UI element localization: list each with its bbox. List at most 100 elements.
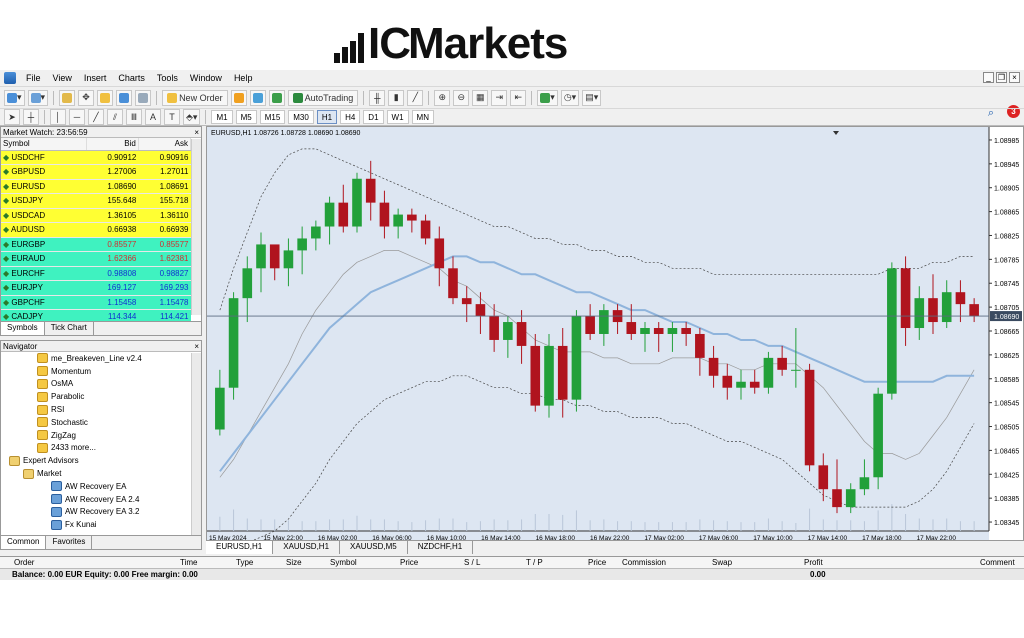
col-price-current[interactable]: Price [588, 558, 606, 567]
navigator-item[interactable]: 2433 more... [1, 442, 201, 455]
navigator-item[interactable]: ZigZag [1, 429, 201, 442]
chart-shift-icon[interactable]: ⇤ [510, 89, 527, 106]
label-icon[interactable]: T [164, 109, 180, 125]
text-icon[interactable]: A [145, 109, 161, 125]
navigator-item[interactable]: OsMA [1, 378, 201, 391]
candlestick-chart-icon[interactable]: ▮ [388, 89, 405, 106]
navigator-item[interactable]: Market [1, 467, 201, 480]
table-row[interactable]: ◆ GBPUSD 1.27006 1.27011 [1, 164, 191, 180]
menu-file[interactable]: File [20, 73, 47, 83]
templates-icon[interactable]: ▤▾ [582, 89, 602, 106]
crosshair-icon[interactable]: ┼ [23, 109, 39, 125]
indicators-icon[interactable]: ▾ [537, 89, 558, 106]
timeframe-m1[interactable]: M1 [211, 110, 233, 124]
cursor-icon[interactable]: ➤ [4, 109, 20, 125]
table-row[interactable]: ◆ EURAUD 1.62366 1.62381 [1, 251, 191, 267]
zoom-in-icon[interactable]: ⊕ [434, 89, 451, 106]
navigator-item[interactable]: RSI [1, 403, 201, 416]
col-type[interactable]: Type [236, 558, 253, 567]
chart-tab-xauusd-h1[interactable]: XAUUSD,H1 [273, 541, 341, 554]
navigator-item[interactable]: Fx Kunai [1, 518, 201, 531]
col-sl[interactable]: S / L [464, 558, 480, 567]
chart-tab-eurusd-h1[interactable]: EURUSD,H1 [206, 541, 274, 554]
market-icon[interactable] [268, 89, 285, 106]
profiles-icon[interactable]: ▾ [27, 89, 49, 106]
col-order[interactable]: Order [14, 558, 34, 567]
market-watch-icon[interactable] [59, 89, 76, 106]
navigator-item[interactable]: me_Breakeven_Line v2.4 [1, 352, 201, 365]
timeframe-d1[interactable]: D1 [363, 110, 384, 124]
minimize-icon[interactable]: _ [983, 72, 994, 83]
signals-icon[interactable] [249, 89, 266, 106]
table-row[interactable]: ◆ USDCHF 0.90912 0.90916 [1, 150, 191, 165]
table-row[interactable]: ◆ EURGBP 0.85577 0.85577 [1, 237, 191, 252]
arrows-icon[interactable]: ⬘▾ [183, 109, 201, 125]
metaeditor-icon[interactable] [230, 89, 247, 106]
trendline-icon[interactable]: ╱ [88, 109, 104, 125]
scrollbar[interactable] [191, 139, 201, 315]
data-window-icon[interactable]: ✥ [78, 89, 95, 106]
tile-windows-icon[interactable]: ▦ [472, 89, 489, 106]
chart-window[interactable]: EURUSD,H1 1.08726 1.08728 1.08690 1.0869… [206, 126, 1024, 552]
col-size[interactable]: Size [286, 558, 302, 567]
restore-icon[interactable]: ❐ [996, 72, 1007, 83]
col-tp[interactable]: T / P [526, 558, 543, 567]
zoom-out-icon[interactable]: ⊖ [453, 89, 470, 106]
new-order-button[interactable]: New Order [162, 89, 228, 106]
timeframe-m5[interactable]: M5 [235, 110, 257, 124]
timeframe-w1[interactable]: W1 [386, 110, 409, 124]
menu-help[interactable]: Help [228, 73, 259, 83]
close-icon[interactable]: × [194, 127, 199, 138]
bar-chart-icon[interactable]: ╫ [369, 89, 386, 106]
menu-tools[interactable]: Tools [151, 73, 184, 83]
vertical-line-icon[interactable]: │ [50, 109, 66, 125]
close-icon[interactable]: × [1009, 72, 1020, 83]
tab-common[interactable]: Common [1, 536, 47, 549]
autoscroll-icon[interactable]: ⇥ [491, 89, 508, 106]
autotrading-button[interactable]: AutoTrading [287, 89, 359, 106]
app-icon[interactable] [4, 72, 16, 84]
menu-insert[interactable]: Insert [78, 73, 113, 83]
navigator-item[interactable]: AW Recovery EA 2.4 [1, 493, 201, 506]
candlestick-chart[interactable]: 1.08985 1.08945 1.08905 1.08865 1.08825 1.087… [207, 127, 1023, 541]
navigator-item[interactable]: Parabolic [1, 390, 201, 403]
menu-charts[interactable]: Charts [112, 73, 151, 83]
col-symbol[interactable]: Symbol [330, 558, 357, 567]
col-ask[interactable]: Ask [138, 138, 192, 151]
col-comment[interactable]: Comment [980, 558, 1015, 567]
fibonacci-icon[interactable]: Ⅲ [126, 109, 142, 125]
tab-tick-chart[interactable]: Tick Chart [45, 322, 94, 335]
navigator-item[interactable]: Stochastic [1, 416, 201, 429]
periods-icon[interactable]: ◷▾ [560, 89, 580, 106]
table-row[interactable]: ◆ EURUSD 1.08690 1.08691 [1, 179, 191, 194]
timeframe-h1[interactable]: H1 [316, 110, 338, 124]
balance-row[interactable]: Balance: 0.00 EUR Equity: 0.00 Free marg… [0, 569, 1024, 580]
col-profit[interactable]: Profit [804, 558, 823, 567]
col-bid[interactable]: Bid [86, 138, 139, 151]
tab-symbols[interactable]: Symbols [1, 322, 45, 335]
menu-view[interactable]: View [47, 73, 78, 83]
timeframe-m30[interactable]: M30 [288, 110, 314, 124]
col-time[interactable]: Time [180, 558, 197, 567]
navigator-item[interactable]: AW Recovery EA 3.2 [1, 506, 201, 519]
navigator-item[interactable]: Momentum [1, 365, 201, 378]
table-row[interactable]: ◆ USDCAD 1.36105 1.36110 [1, 208, 191, 223]
horizontal-line-icon[interactable]: ─ [69, 109, 85, 125]
tab-favorites[interactable]: Favorites [46, 536, 93, 549]
table-row[interactable]: ◆ GBPCHF 1.15458 1.15478 [1, 295, 191, 310]
scrollbar[interactable] [191, 353, 201, 535]
table-row[interactable]: ◆ EURJPY 169.127 169.293 [1, 280, 191, 296]
line-chart-icon[interactable]: ╱ [407, 89, 424, 106]
table-row[interactable]: ◆ USDJPY 155.648 155.718 [1, 193, 191, 209]
timeframe-h4[interactable]: H4 [340, 110, 361, 124]
col-price[interactable]: Price [400, 558, 418, 567]
col-commission[interactable]: Commission [622, 558, 666, 567]
table-row[interactable]: ◆ AUDUSD 0.66938 0.66939 [1, 222, 191, 238]
timeframe-mn[interactable]: MN [411, 110, 434, 124]
col-symbol[interactable]: Symbol [1, 138, 87, 151]
new-chart-icon[interactable]: ▾ [4, 89, 25, 106]
terminal-icon[interactable] [116, 89, 133, 106]
menu-window[interactable]: Window [184, 73, 228, 83]
navigator-item[interactable]: AW Recovery EA [1, 480, 201, 493]
channel-icon[interactable]: ⫽ [107, 109, 123, 125]
